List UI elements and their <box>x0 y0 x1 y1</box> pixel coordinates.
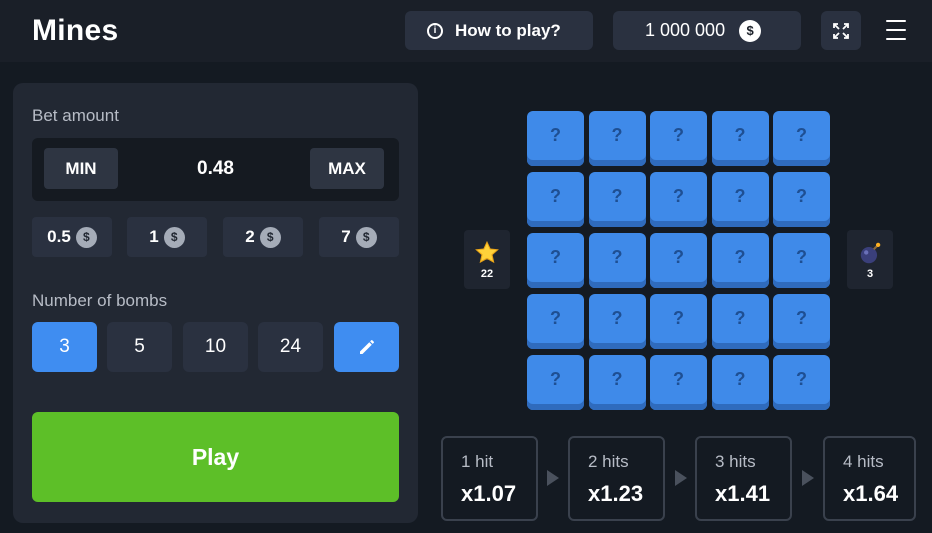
multiplier-value: x1.07 <box>461 481 517 506</box>
quick-bet-button[interactable]: 7 $ <box>319 217 399 257</box>
top-bar: Mines i How to play? 1 000 000 $ <box>0 0 932 62</box>
mine-tile[interactable]: ? <box>711 233 769 288</box>
mine-tile[interactable]: ? <box>773 355 830 410</box>
mine-tile[interactable]: ? <box>711 172 769 227</box>
mine-tile[interactable]: ? <box>773 233 830 288</box>
multiplier-card: 2 hits x1.23 <box>568 436 665 521</box>
bombs-count: 3 <box>866 267 874 280</box>
gems-indicator: 22 <box>464 230 510 289</box>
mine-tile[interactable]: ? <box>588 233 646 288</box>
menu-button[interactable] <box>882 18 910 42</box>
multiplier-hits: 1 hit <box>461 452 494 471</box>
bombs-option-24[interactable]: 24 <box>258 322 323 372</box>
multiplier-hits: 4 hits <box>843 452 884 471</box>
bomb-icon <box>860 242 881 263</box>
info-icon: i <box>427 22 443 39</box>
arrow-right-icon <box>675 470 687 486</box>
coin-icon: $ <box>739 19 762 42</box>
mine-tile[interactable]: ? <box>588 111 646 166</box>
mine-tile[interactable]: ? <box>527 172 584 227</box>
mine-tile[interactable]: ? <box>650 233 707 288</box>
mine-tile[interactable]: ? <box>527 294 584 349</box>
bet-value[interactable]: 0.48 <box>152 158 279 180</box>
quick-bet-value: 0.5 <box>47 227 71 246</box>
bet-panel: Bet amount MIN 0.48 MAX 0.5 $ 1 $ 2 $ 7 … <box>13 83 418 523</box>
min-button[interactable]: MIN <box>44 148 118 189</box>
multiplier-value: x1.23 <box>588 481 644 506</box>
arrow-right-icon <box>547 470 559 486</box>
fullscreen-button[interactable] <box>821 11 861 50</box>
mine-tile[interactable]: ? <box>711 111 769 166</box>
coin-icon: $ <box>259 226 281 248</box>
quick-bet-button[interactable]: 0.5 $ <box>32 217 112 257</box>
mine-tile[interactable]: ? <box>650 355 707 410</box>
mine-tile[interactable]: ? <box>588 294 646 349</box>
pencil-icon <box>359 339 374 354</box>
custom-bombs-button[interactable] <box>334 322 399 372</box>
bet-amount-input: MIN 0.48 MAX <box>32 138 399 201</box>
mine-tile[interactable]: ? <box>527 111 584 166</box>
star-icon <box>475 240 499 263</box>
play-button[interactable]: Play <box>32 412 399 502</box>
mine-tile[interactable]: ? <box>711 355 769 410</box>
bombs-option-5[interactable]: 5 <box>107 322 172 372</box>
mine-tile[interactable]: ? <box>527 355 584 410</box>
bombs-option-10[interactable]: 10 <box>183 322 248 372</box>
mine-tile[interactable]: ? <box>650 172 707 227</box>
balance-value: 1 000 000 <box>645 20 726 40</box>
menu-icon <box>886 20 906 22</box>
coin-icon: $ <box>163 226 185 248</box>
bombs-option-3[interactable]: 3 <box>32 322 97 372</box>
multiplier-hits: 2 hits <box>588 452 629 471</box>
multiplier-card: 3 hits x1.41 <box>695 436 792 521</box>
mine-tile[interactable]: ? <box>588 355 646 410</box>
fullscreen-icon <box>833 22 849 39</box>
mine-tile[interactable]: ? <box>773 294 830 349</box>
multiplier-value: x1.41 <box>715 481 771 506</box>
how-to-play-label: How to play? <box>455 20 561 40</box>
quick-bet-button[interactable]: 1 $ <box>127 217 207 257</box>
quick-bet-value: 7 <box>341 227 351 246</box>
multiplier-card: 4 hits x1.64 <box>823 436 916 521</box>
gems-count: 22 <box>480 267 494 280</box>
app-title: Mines <box>32 14 119 47</box>
multiplier-hits: 3 hits <box>715 452 756 471</box>
quick-bet-value: 2 <box>245 227 255 246</box>
coin-icon: $ <box>75 226 97 248</box>
multiplier-value: x1.64 <box>843 481 899 506</box>
mine-tile[interactable]: ? <box>650 111 707 166</box>
quick-bet-value: 1 <box>149 227 159 246</box>
multiplier-card: 1 hit x1.07 <box>441 436 538 521</box>
bombs-indicator: 3 <box>847 230 893 289</box>
mine-tile[interactable]: ? <box>711 294 769 349</box>
mine-tile[interactable]: ? <box>527 233 584 288</box>
arrow-right-icon <box>802 470 814 486</box>
bet-amount-label: Bet amount <box>32 106 119 125</box>
quick-bet-button[interactable]: 2 $ <box>223 217 303 257</box>
mine-tile[interactable]: ? <box>773 111 830 166</box>
mine-tile[interactable]: ? <box>588 172 646 227</box>
max-button[interactable]: MAX <box>310 148 384 189</box>
bombs-label: Number of bombs <box>32 291 168 310</box>
mine-tile[interactable]: ? <box>773 172 830 227</box>
coin-icon: $ <box>355 226 377 248</box>
how-to-play-button[interactable]: i How to play? <box>405 11 593 50</box>
balance-display: 1 000 000 $ <box>613 11 801 50</box>
mine-tile[interactable]: ? <box>650 294 707 349</box>
